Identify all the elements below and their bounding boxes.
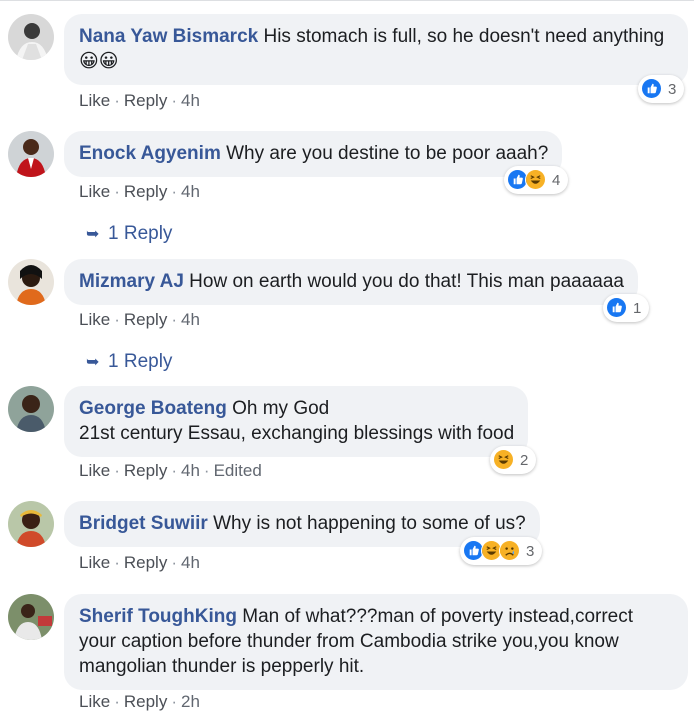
reaction-summary[interactable]: 3 bbox=[460, 537, 543, 565]
reaction-summary[interactable]: 3 bbox=[638, 75, 685, 103]
comment-actions: Like · Reply · 4h · Edited bbox=[79, 461, 262, 480]
comment-time[interactable]: 4h bbox=[181, 310, 200, 329]
comment-time[interactable]: 2h bbox=[181, 692, 200, 711]
view-replies-link[interactable]: ➥ 1 Reply bbox=[86, 351, 172, 373]
comment-time[interactable]: 4h bbox=[181, 461, 200, 480]
reaction-count: 3 bbox=[668, 80, 677, 98]
reaction-summary[interactable]: 2 bbox=[490, 446, 537, 474]
avatar[interactable] bbox=[8, 501, 54, 547]
haha-reaction-icon bbox=[493, 449, 515, 471]
comment-time[interactable]: 4h bbox=[181, 182, 200, 201]
top-divider bbox=[0, 0, 694, 4]
like-reaction-icon bbox=[606, 297, 628, 319]
comment-author[interactable]: Nana Yaw Bismarck bbox=[79, 26, 258, 47]
comment-author[interactable]: Bridget Suwiir bbox=[79, 513, 208, 534]
haha-reaction-icon bbox=[525, 169, 547, 191]
avatar[interactable] bbox=[8, 259, 54, 305]
comment-text: Why are you destine to be poor aaah? bbox=[226, 143, 549, 164]
like-button[interactable]: Like bbox=[79, 310, 110, 329]
comment-actions: Like · Reply · 4h bbox=[79, 310, 200, 329]
comment-actions: Like · Reply · 4h bbox=[79, 91, 200, 110]
view-replies-link[interactable]: ➥ 1 Reply bbox=[86, 223, 172, 245]
reply-button[interactable]: Reply bbox=[124, 310, 167, 329]
replies-count: 1 Reply bbox=[108, 223, 173, 244]
sad-reaction-icon bbox=[499, 540, 521, 562]
comment-bubble: Nana Yaw Bismarck His stomach is full, s… bbox=[64, 14, 688, 85]
reply-button[interactable]: Reply bbox=[124, 692, 167, 711]
comment-text: Oh my God bbox=[232, 398, 330, 419]
comment-text-line-2: 21st century Essau, exchanging blessings… bbox=[79, 423, 515, 444]
avatar[interactable] bbox=[8, 386, 54, 432]
comment-author[interactable]: George Boateng bbox=[79, 398, 227, 419]
like-button[interactable]: Like bbox=[79, 182, 110, 201]
comment-author[interactable]: Mizmary AJ bbox=[79, 271, 184, 292]
comment-bubble: Sherif ToughKing Man of what???man of po… bbox=[64, 594, 688, 690]
comment-actions: Like · Reply · 4h bbox=[79, 182, 200, 201]
reply-arrow-icon: ➥ bbox=[86, 226, 100, 243]
comment-time[interactable]: 4h bbox=[181, 553, 200, 572]
reaction-count: 4 bbox=[552, 171, 561, 189]
reply-button[interactable]: Reply bbox=[124, 553, 167, 572]
like-button[interactable]: Like bbox=[79, 553, 110, 572]
avatar[interactable] bbox=[8, 594, 54, 640]
reply-arrow-icon: ➥ bbox=[86, 354, 100, 371]
comment-bubble: Mizmary AJ How on earth would you do tha… bbox=[64, 259, 638, 305]
comment-time[interactable]: 4h bbox=[181, 91, 200, 110]
comment-author[interactable]: Enock Agyenim bbox=[79, 143, 221, 164]
reply-button[interactable]: Reply bbox=[124, 461, 167, 480]
avatar[interactable] bbox=[8, 14, 54, 60]
comment-bubble: Enock Agyenim Why are you destine to be … bbox=[64, 131, 563, 177]
comment-bubble: George Boateng Oh my God 21st century Es… bbox=[64, 386, 529, 457]
like-button[interactable]: Like bbox=[79, 461, 110, 480]
edited-label[interactable]: Edited bbox=[214, 461, 262, 480]
avatar[interactable] bbox=[8, 131, 54, 177]
reply-button[interactable]: Reply bbox=[124, 182, 167, 201]
reply-button[interactable]: Reply bbox=[124, 91, 167, 110]
comment-actions: Like · Reply · 4h bbox=[79, 553, 200, 572]
reaction-count: 2 bbox=[520, 451, 529, 469]
reaction-count: 1 bbox=[633, 299, 642, 317]
reaction-summary[interactable]: 1 bbox=[603, 294, 650, 322]
comment-actions: Like · Reply · 2h bbox=[79, 692, 200, 711]
like-button[interactable]: Like bbox=[79, 692, 110, 711]
replies-count: 1 Reply bbox=[108, 351, 173, 372]
comment-text: Why is not happening to some of us? bbox=[213, 513, 526, 534]
like-button[interactable]: Like bbox=[79, 91, 110, 110]
reaction-count: 3 bbox=[526, 542, 535, 560]
comment-text: How on earth would you do that! This man… bbox=[189, 271, 624, 292]
reaction-summary[interactable]: 4 bbox=[504, 166, 569, 194]
comment-author[interactable]: Sherif ToughKing bbox=[79, 606, 237, 627]
like-reaction-icon bbox=[641, 78, 663, 100]
